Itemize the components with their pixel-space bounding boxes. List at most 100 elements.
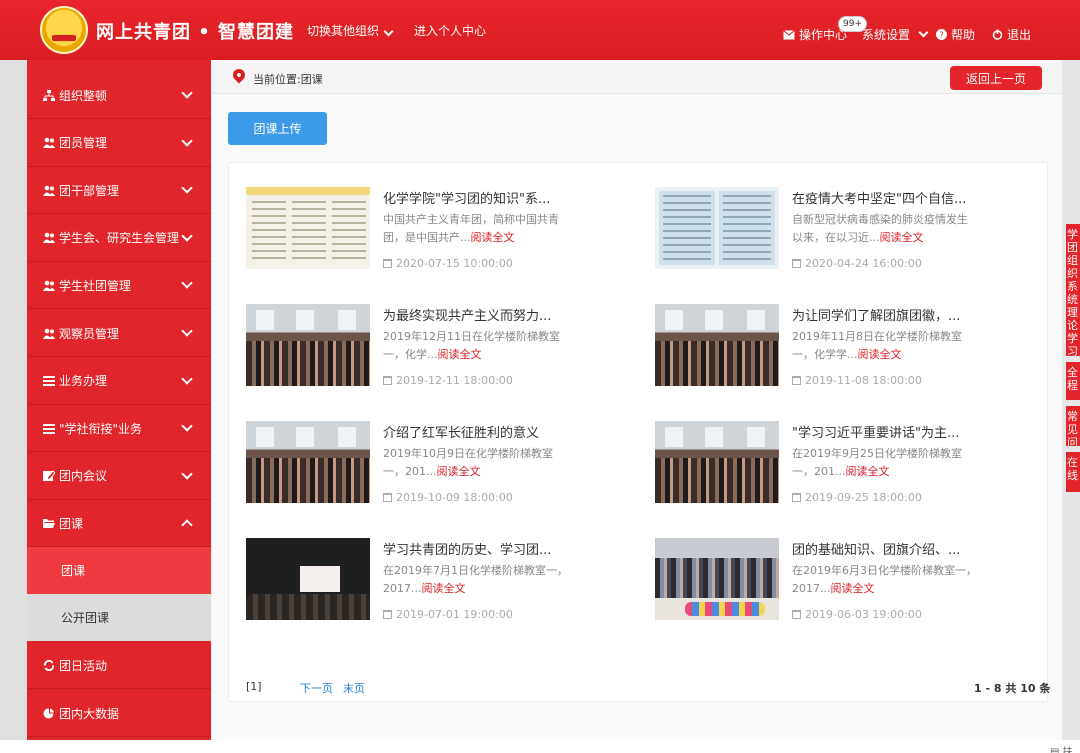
pager-info: 1 - 8 共 10 条	[974, 682, 1051, 695]
help-icon: ?	[936, 29, 947, 40]
sidebar-item-1[interactable]: 团员管理	[27, 120, 211, 167]
read-more-link[interactable]: 阅读全文	[880, 231, 924, 244]
right-float-tab-2[interactable]: 全程	[1066, 362, 1080, 400]
switch-org-label: 切换其他组织	[307, 24, 380, 38]
settings-menu[interactable]: 系统设置	[862, 26, 929, 43]
course-title[interactable]: 为让同学们了解团旗团徽，...	[792, 305, 987, 324]
course-thumbnail[interactable]	[655, 538, 779, 620]
course-date: 2019-12-11 18:00:00	[383, 374, 513, 387]
svg-text:?: ?	[939, 31, 943, 40]
footer-menu-item[interactable]: ▤ 扶	[1050, 743, 1073, 753]
course-date-text: 2019-10-09 18:00:00	[396, 491, 513, 504]
upload-course-button[interactable]: 团课上传	[228, 112, 327, 145]
course-title[interactable]: "学习习近平重要讲话"为主...	[792, 422, 987, 441]
list-icon: ▤	[1050, 747, 1060, 753]
read-more-link[interactable]: 阅读全文	[437, 465, 481, 478]
back-button[interactable]: 返回上一页	[950, 66, 1042, 90]
footer-edge	[0, 740, 1080, 753]
sidebar-item-label: 团干部管理	[59, 183, 120, 198]
read-more-link[interactable]: 阅读全文	[858, 348, 902, 361]
breadcrumb-bar	[212, 62, 1062, 94]
list-icon	[43, 375, 55, 387]
course-date-text: 2019-06-03 19:00:00	[805, 608, 922, 621]
help-label: 帮助	[951, 28, 976, 42]
course-description: 在2019年6月3日化学楼阶梯教室一，2017...阅读全文	[792, 562, 977, 598]
read-more-link[interactable]: 阅读全文	[846, 465, 890, 478]
pager-current-page: [1]	[246, 680, 262, 693]
users-icon	[43, 232, 55, 244]
chevron-down-icon	[181, 134, 193, 147]
course-thumbnail[interactable]	[655, 421, 779, 503]
sidebar-bottom-item-0[interactable]: 团日活动	[27, 642, 211, 689]
course-description: 中国共产主义青年团，简称中国共青团，是中国共产...阅读全文	[383, 211, 568, 247]
course-thumbnail[interactable]	[655, 187, 779, 269]
right-float-tab-3[interactable]: 常见问	[1066, 406, 1080, 446]
course-date: 2019-09-25 18:00:00	[792, 491, 922, 504]
sidebar-subitem-course[interactable]: 团课	[27, 547, 211, 594]
chevron-down-icon	[181, 325, 193, 337]
course-title[interactable]: 学习共青团的历史、学习团...	[383, 539, 578, 558]
calendar-icon	[383, 259, 392, 268]
sidebar-item-7[interactable]: "学社衔接"业务	[27, 405, 211, 453]
course-thumbnail[interactable]	[246, 187, 370, 269]
chevron-up-icon	[181, 519, 193, 532]
course-description: 自新型冠状病毒感染的肺炎疫情发生以来，在以习近...阅读全文	[792, 211, 977, 247]
chevron-down-icon	[181, 230, 193, 242]
switch-org-link[interactable]: 切换其他组织	[307, 22, 394, 39]
sidebar-item-label: 团内会议	[59, 469, 108, 484]
sidebar-bottom-item-1[interactable]: 团内大数据	[27, 690, 211, 737]
course-date: 2019-07-01 19:00:00	[383, 608, 513, 621]
course-date: 2019-11-08 18:00:00	[792, 374, 922, 387]
sidebar-item-label: 学生社团管理	[59, 278, 132, 293]
chevron-down-icon	[181, 277, 193, 290]
course-thumbnail[interactable]	[246, 304, 370, 386]
sidebar-item-6[interactable]: 业务办理	[27, 358, 211, 405]
calendar-icon	[383, 376, 392, 385]
left-margin	[0, 60, 27, 753]
read-more-link[interactable]: 阅读全文	[830, 582, 874, 595]
logout-label: 退出	[1007, 28, 1032, 42]
course-title[interactable]: 为最终实现共产主义而努力...	[383, 305, 578, 324]
chevron-down-icon	[181, 420, 193, 432]
read-more-link[interactable]: 阅读全文	[438, 348, 482, 361]
calendar-icon	[383, 610, 392, 619]
sidebar-item-0[interactable]: 组织整顿	[27, 72, 211, 119]
calendar-icon	[383, 493, 392, 502]
sidebar-item-9[interactable]: 团课	[27, 500, 211, 548]
course-title[interactable]: 团的基础知识、团旗介绍、...	[792, 539, 987, 558]
chevron-down-icon	[181, 468, 193, 480]
course-thumbnail[interactable]	[655, 304, 779, 386]
personal-center-link[interactable]: 进入个人中心	[414, 22, 486, 39]
sidebar-item-2[interactable]: 团干部管理	[27, 167, 211, 215]
pager-next-link[interactable]: 下一页	[300, 680, 333, 696]
course-thumbnail[interactable]	[246, 421, 370, 503]
sidebar-item-5[interactable]: 观察员管理	[27, 310, 211, 357]
sidebar-subitem-public-course[interactable]: 公开团课	[27, 594, 211, 641]
course-title[interactable]: 化学学院"学习团的知识"系...	[383, 188, 578, 207]
sidebar-item-3[interactable]: 学生会、研究生会管理	[27, 215, 211, 262]
course-date-text: 2020-07-15 10:00:00	[396, 257, 513, 270]
sidebar-item-label: 业务办理	[59, 374, 108, 389]
sidebar-item-label: 组织整顿	[59, 88, 108, 103]
sidebar-item-label: 团课	[59, 516, 84, 531]
calendar-icon	[792, 259, 801, 268]
logout-link[interactable]: 退出	[992, 26, 1031, 43]
course-title[interactable]: 在疫情大考中坚定"四个自信...	[792, 188, 987, 207]
course-date-text: 2019-09-25 18:00:00	[805, 491, 922, 504]
course-thumbnail[interactable]	[246, 538, 370, 620]
right-float-tab-1[interactable]: 学团组织系统理论学习（	[1066, 224, 1080, 356]
sidebar-item-4[interactable]: 学生社团管理	[27, 262, 211, 310]
edit-icon	[43, 470, 56, 482]
read-more-link[interactable]: 阅读全文	[471, 231, 515, 244]
sidebar-item-8[interactable]: 团内会议	[27, 453, 211, 500]
pager-last-link[interactable]: 末页	[343, 680, 365, 696]
ops-center-link[interactable]: 操作中心	[783, 26, 847, 43]
read-more-link[interactable]: 阅读全文	[421, 582, 465, 595]
top-navbar: 网上共青团 • 智慧团建 切换其他组织 进入个人中心 操作中心 99+ 系统设置…	[0, 0, 1080, 60]
course-description: 2019年12月11日在化学楼阶梯教室一，化学...阅读全文	[383, 328, 568, 364]
sidebar-item-label: "学社衔接"业务	[59, 421, 143, 436]
help-link[interactable]: ? 帮助	[936, 26, 975, 43]
right-float-tab-4[interactable]: 在线	[1066, 452, 1080, 492]
course-title[interactable]: 介绍了红军长征胜利的意义	[383, 422, 578, 441]
sidebar-item-label: 团日活动	[59, 658, 108, 673]
